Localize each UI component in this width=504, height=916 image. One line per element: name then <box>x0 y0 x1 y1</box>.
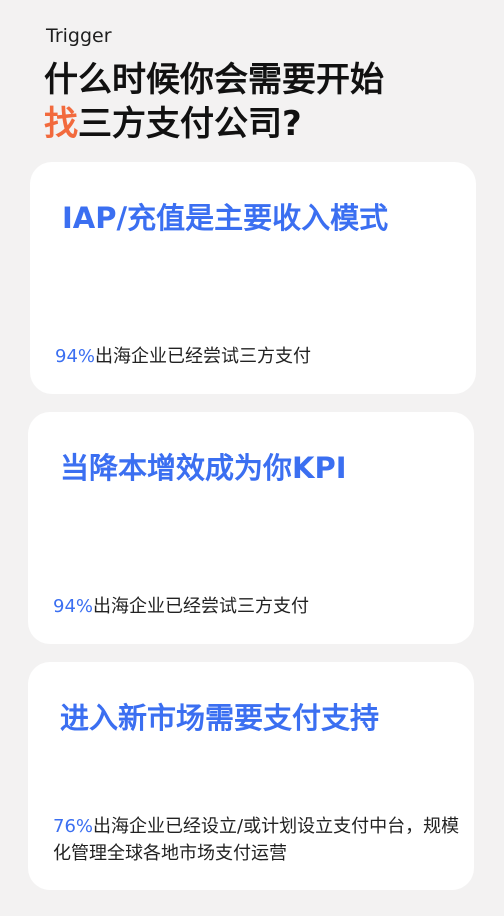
title-line-2: 三方支付公司? <box>78 104 302 144</box>
eyebrow-label: Trigger <box>46 25 112 47</box>
card-stat: 76%出海企业已经设立/或计划设立支付中台，规模化管理全球各地市场支付运营 <box>53 813 463 867</box>
title-accent-word: 找 <box>44 104 78 144</box>
stat-text: 出海企业已经尝试三方支付 <box>95 346 312 367</box>
trigger-card-new-market: 进入新市场需要支付支持 76%出海企业已经设立/或计划设立支付中台，规模化管理全… <box>28 662 474 890</box>
card-stat: 94%出海企业已经尝试三方支付 <box>55 343 465 370</box>
card-heading: IAP/充值是主要收入模式 <box>62 201 389 235</box>
stat-text: 出海企业已经尝试三方支付 <box>93 596 310 617</box>
page-title: 什么时候你会需要开始 找三方支付公司? <box>44 58 384 146</box>
stat-percent: 94% <box>55 346 96 367</box>
stat-text: 出海企业已经设立/或计划设立支付中台，规模化管理全球各地市场支付运营 <box>53 816 460 864</box>
title-line-1: 什么时候你会需要开始 <box>44 60 384 100</box>
trigger-card-iap: IAP/充值是主要收入模式 94%出海企业已经尝试三方支付 <box>30 162 476 394</box>
card-heading: 当降本增效成为你KPI <box>60 451 347 485</box>
card-stat: 94%出海企业已经尝试三方支付 <box>53 593 463 620</box>
card-heading: 进入新市场需要支付支持 <box>60 701 380 735</box>
stat-percent: 94% <box>53 596 94 617</box>
trigger-card-cost-kpi: 当降本增效成为你KPI 94%出海企业已经尝试三方支付 <box>28 412 474 644</box>
stat-percent: 76% <box>53 816 94 837</box>
